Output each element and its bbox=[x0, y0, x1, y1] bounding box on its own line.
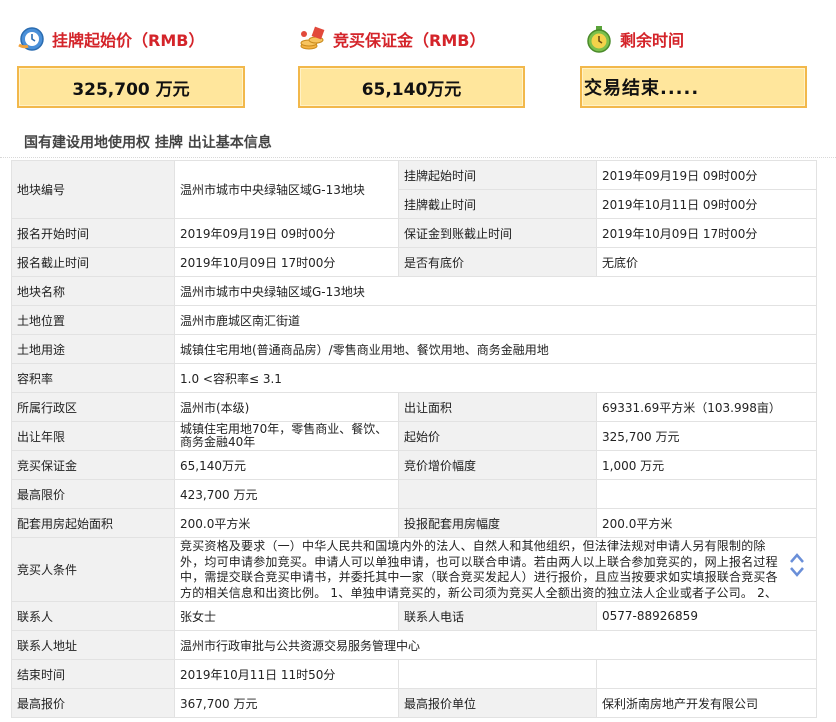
deposit-label: 竞买保证金（RMB） bbox=[333, 31, 486, 50]
deposit-deadline-value: 2019年10月09日 17时00分 bbox=[596, 218, 817, 248]
remaining-label: 剩余时间 bbox=[620, 31, 685, 50]
table-row: 土地用途 城镇住宅用地(普通商品房）/零售商业用地、餐饮用地、商务金融用地 bbox=[11, 334, 817, 364]
reg-start-label: 报名开始时间 bbox=[11, 218, 175, 248]
deposit-header: 竞买保证金（RMB） bbox=[297, 24, 485, 54]
listing-end-value: 2019年10月11日 09时00分 bbox=[596, 189, 817, 219]
table-row: 所属行政区 温州市(本级) 出让面积 69331.69平方米（103.998亩） bbox=[11, 392, 817, 422]
location-label: 土地位置 bbox=[11, 305, 175, 335]
deposit-value: 65,140万元 bbox=[361, 79, 462, 100]
term-label: 出让年限 bbox=[11, 421, 175, 451]
far-value: 1.0 <容积率≤ 3.1 bbox=[174, 363, 817, 393]
empty-cell bbox=[596, 659, 817, 689]
land-info-table: 地块编号 温州市城市中央绿轴区域G-13地块 挂牌起始时间 2019年09月19… bbox=[11, 160, 817, 718]
phone-label: 联系人电话 bbox=[398, 601, 597, 631]
reserve-label: 是否有底价 bbox=[398, 247, 597, 277]
conditions-cell: 竞买资格及要求（一）中华人民共和国境内外的法人、自然人和其他组织，但法律法规对申… bbox=[174, 537, 817, 602]
reg-start-value: 2019年09月19日 09时00分 bbox=[174, 218, 399, 248]
increment-label: 竞价增价幅度 bbox=[398, 450, 597, 480]
start-price-header: 挂牌起始价（RMB） bbox=[16, 24, 204, 54]
start-price-value-box: 325,700 万元 bbox=[17, 66, 245, 108]
coins-icon bbox=[297, 24, 327, 54]
plot-name-label: 地块名称 bbox=[11, 276, 175, 306]
listing-end-label: 挂牌截止时间 bbox=[398, 189, 597, 219]
top-bid-value: 367,700 万元 bbox=[174, 688, 399, 718]
top-bid-label: 最高报价 bbox=[11, 688, 175, 718]
empty-label-cell bbox=[398, 479, 597, 509]
conditions-scroller bbox=[788, 552, 806, 580]
listing-start-label: 挂牌起始时间 bbox=[398, 160, 597, 190]
remaining-header: 剩余时间 bbox=[584, 24, 684, 54]
remaining-value: 交易结束..... bbox=[584, 78, 700, 99]
table-row: 最高报价 367,700 万元 最高报价单位 保利浙南房地产开发有限公司 bbox=[11, 688, 817, 718]
contact-label: 联系人 bbox=[11, 601, 175, 631]
deposit-value-box: 65,140万元 bbox=[298, 66, 525, 108]
start-price-value: 325,700 万元 bbox=[72, 79, 190, 100]
price-tag-icon bbox=[16, 24, 46, 54]
table-row: 地块编号 温州市城市中央绿轴区域G-13地块 挂牌起始时间 2019年09月19… bbox=[11, 160, 817, 219]
table-row: 竞买人条件 竞买资格及要求（一）中华人民共和国境内外的法人、自然人和其他组织，但… bbox=[11, 537, 817, 602]
start-price-label: 挂牌起始价（RMB） bbox=[52, 31, 205, 50]
chevron-down-icon[interactable] bbox=[789, 566, 805, 578]
stopwatch-icon bbox=[584, 24, 614, 54]
table-row: 报名开始时间 2019年09月19日 09时00分 保证金到账截止时间 2019… bbox=[11, 218, 817, 248]
table-row: 地块名称 温州市城市中央绿轴区域G-13地块 bbox=[11, 276, 817, 306]
top-bidder-value: 保利浙南房地产开发有限公司 bbox=[596, 688, 817, 718]
section-title: 国有建设用地使用权 挂牌 出让基本信息 bbox=[24, 135, 272, 151]
term-value: 城镇住宅用地70年，零售商业、餐饮、商务金融40年 bbox=[174, 421, 399, 451]
table-row: 最高限价 423,700 万元 bbox=[11, 479, 817, 509]
table-row: 竞买保证金 65,140万元 竞价增价幅度 1,000 万元 bbox=[11, 450, 817, 480]
address-value: 温州市行政审批与公共资源交易服务管理中心 bbox=[174, 630, 817, 660]
section-header: 国有建设用地使用权 挂牌 出让基本信息 bbox=[0, 127, 836, 158]
reg-end-label: 报名截止时间 bbox=[11, 247, 175, 277]
location-value: 温州市鹿城区南汇街道 bbox=[174, 305, 817, 335]
housing-start-value: 200.0平方米 bbox=[174, 508, 399, 538]
plot-name-value: 温州市城市中央绿轴区域G-13地块 bbox=[174, 276, 817, 306]
reg-end-value: 2019年10月09日 17时00分 bbox=[174, 247, 399, 277]
usage-value: 城镇住宅用地(普通商品房）/零售商业用地、餐饮用地、商务金融用地 bbox=[174, 334, 817, 364]
empty-value-cell bbox=[596, 479, 817, 509]
district-label: 所属行政区 bbox=[11, 392, 175, 422]
price-cap-value: 423,700 万元 bbox=[174, 479, 399, 509]
conditions-label: 竞买人条件 bbox=[11, 537, 175, 602]
housing-step-label: 投报配套用房幅度 bbox=[398, 508, 597, 538]
table-row: 报名截止时间 2019年10月09日 17时00分 是否有底价 无底价 bbox=[11, 247, 817, 277]
reserve-value: 无底价 bbox=[596, 247, 817, 277]
price-cap-label: 最高限价 bbox=[11, 479, 175, 509]
address-label: 联系人地址 bbox=[11, 630, 175, 660]
housing-start-label: 配套用房起始面积 bbox=[11, 508, 175, 538]
table-row: 出让年限 城镇住宅用地70年，零售商业、餐饮、商务金融40年 起始价 325,7… bbox=[11, 421, 817, 451]
far-label: 容积率 bbox=[11, 363, 175, 393]
end-time-value: 2019年10月11日 11时50分 bbox=[174, 659, 399, 689]
table-row: 容积率 1.0 <容积率≤ 3.1 bbox=[11, 363, 817, 393]
conditions-scroll-area[interactable]: 竞买资格及要求（一）中华人民共和国境内外的法人、自然人和其他组织，但法律法规对申… bbox=[176, 539, 816, 601]
empty-cell bbox=[398, 659, 597, 689]
listing-start-value: 2019年09月19日 09时00分 bbox=[596, 160, 817, 190]
bid-deposit-label: 竞买保证金 bbox=[11, 450, 175, 480]
area-value: 69331.69平方米（103.998亩） bbox=[596, 392, 817, 422]
increment-value: 1,000 万元 bbox=[596, 450, 817, 480]
end-time-label: 结束时间 bbox=[11, 659, 175, 689]
phone-value: 0577-88926859 bbox=[596, 601, 817, 631]
conditions-text: 竞买资格及要求（一）中华人民共和国境内外的法人、自然人和其他组织，但法律法规对申… bbox=[180, 539, 778, 600]
usage-label: 土地用途 bbox=[11, 334, 175, 364]
bid-deposit-value: 65,140万元 bbox=[174, 450, 399, 480]
area-label: 出让面积 bbox=[398, 392, 597, 422]
table-row: 结束时间 2019年10月11日 11时50分 bbox=[11, 659, 817, 689]
table-row: 配套用房起始面积 200.0平方米 投报配套用房幅度 200.0平方米 bbox=[11, 508, 817, 538]
table-row: 联系人 张女士 联系人电话 0577-88926859 bbox=[11, 601, 817, 631]
table-row: 土地位置 温州市鹿城区南汇街道 bbox=[11, 305, 817, 335]
contact-value: 张女士 bbox=[174, 601, 399, 631]
deposit-deadline-label: 保证金到账截止时间 bbox=[398, 218, 597, 248]
start-price-field-label: 起始价 bbox=[398, 421, 597, 451]
remaining-value-box: 交易结束..... bbox=[580, 66, 807, 108]
housing-step-value: 200.0平方米 bbox=[596, 508, 817, 538]
top-bidder-label: 最高报价单位 bbox=[398, 688, 597, 718]
table-row: 联系人地址 温州市行政审批与公共资源交易服务管理中心 bbox=[11, 630, 817, 660]
start-price-field-value: 325,700 万元 bbox=[596, 421, 817, 451]
district-value: 温州市(本级) bbox=[174, 392, 399, 422]
plot-no-label: 地块编号 bbox=[11, 160, 175, 219]
plot-no-value: 温州市城市中央绿轴区域G-13地块 bbox=[174, 160, 399, 219]
chevron-up-icon[interactable] bbox=[789, 552, 805, 564]
